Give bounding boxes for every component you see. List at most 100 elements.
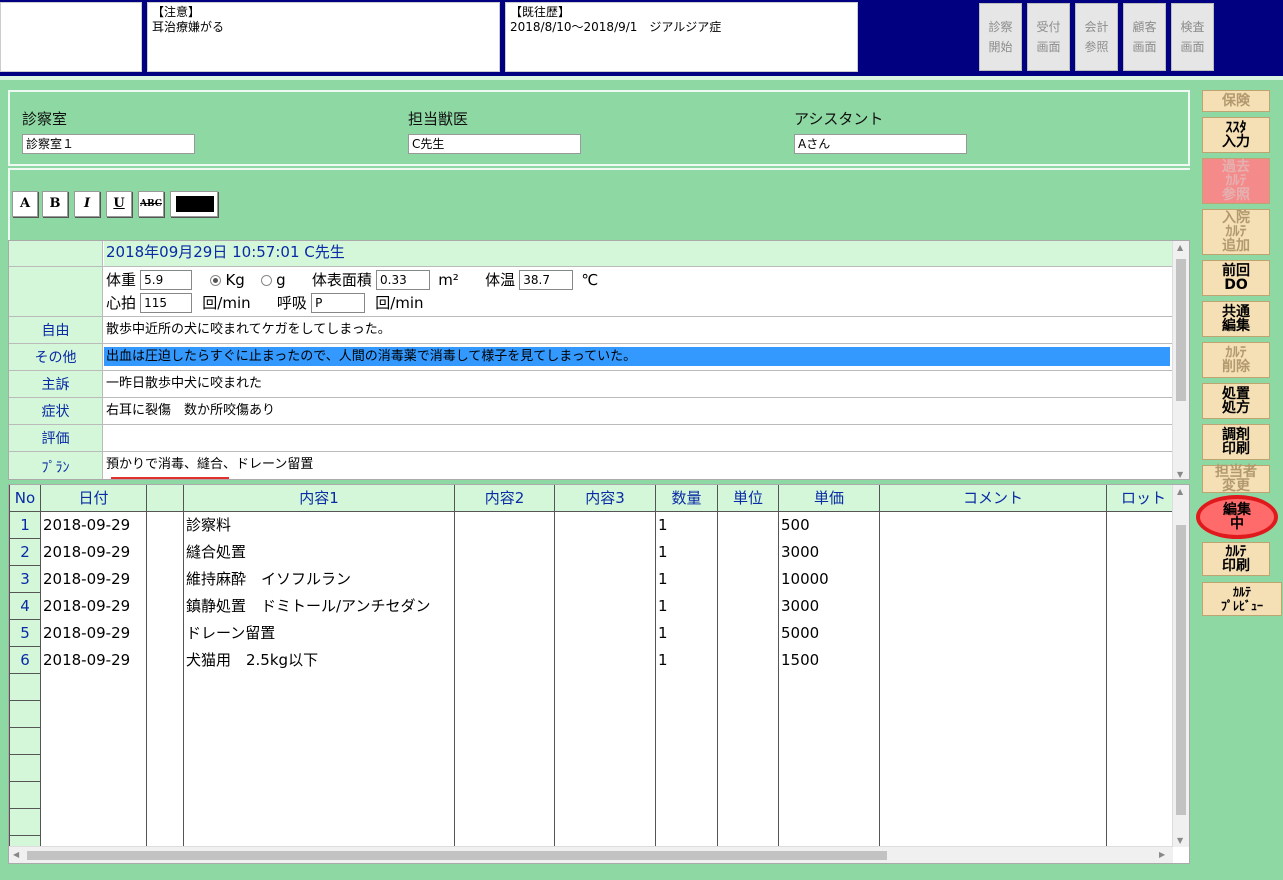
symptom-text[interactable]: 右耳に裂傷 数か所咬傷あり: [104, 398, 1173, 424]
row-content3: [554, 565, 656, 592]
table-row[interactable]: 6 2018-09-29 犬猫用 2.5kg以下 1 1500: [9, 646, 1189, 674]
table-row[interactable]: 1 2018-09-29 診察料 1 500: [9, 511, 1189, 539]
temp-input[interactable]: 38.7: [519, 270, 574, 290]
treatment-prescription-button[interactable]: 処置 処方: [1202, 383, 1270, 419]
pulse-label: 心拍: [106, 293, 137, 312]
row-content3: [554, 646, 656, 673]
unit-g-radio[interactable]: [261, 274, 273, 286]
col-no[interactable]: No: [9, 485, 41, 512]
chart-preview-button[interactable]: ｶﾙﾃ ﾌﾟﾚﾋﾞｭｰ: [1202, 582, 1282, 616]
bold-icon[interactable]: B: [42, 191, 68, 217]
underline-icon[interactable]: U: [106, 191, 132, 217]
print-chart-button[interactable]: ｶﾙﾃ 印刷: [1202, 542, 1270, 576]
billing-scroll-thumb[interactable]: [1176, 525, 1186, 815]
vitals-label: [9, 267, 103, 316]
customer-screen-button[interactable]: 顧客 画面: [1123, 3, 1166, 71]
col-content1[interactable]: 内容1: [183, 485, 455, 512]
insurance-button[interactable]: 保険: [1202, 90, 1270, 112]
row-content1: 鎮静処置 ドミトール/アンチセダン: [183, 592, 455, 619]
col-comment[interactable]: コメント: [879, 485, 1107, 512]
row-no: [9, 781, 41, 809]
empty-row[interactable]: [9, 754, 1189, 782]
empty-row[interactable]: [9, 700, 1189, 728]
free-text[interactable]: 散歩中近所の犬に咬まれてケガをしてしまった。: [104, 317, 1173, 343]
italic-icon[interactable]: I: [74, 191, 100, 217]
staff-input-button[interactable]: ｽｽﾀ 入力: [1202, 117, 1270, 153]
row-comment: [879, 538, 1107, 565]
unit-kg-radio[interactable]: [210, 274, 222, 286]
other-text-field[interactable]: 出血は圧迫したらすぐに止まったので、人間の消毒薬で消毒して様子を見てしまっていた…: [104, 344, 1173, 370]
empty-row[interactable]: [9, 727, 1189, 755]
record-header-row: 2018年09月29日 10:57:01 C先生: [9, 241, 1173, 267]
empty-row[interactable]: [9, 673, 1189, 701]
record-row-symptom: 症状 右耳に裂傷 数か所咬傷あり: [9, 398, 1173, 425]
col-quantity[interactable]: 数量: [655, 485, 718, 512]
row-content2: [454, 511, 555, 538]
scroll-down-icon[interactable]: ▼: [1177, 470, 1183, 479]
empty-row[interactable]: [9, 808, 1189, 836]
pulse-input[interactable]: 115: [140, 292, 193, 313]
text-color-picker[interactable]: [170, 191, 218, 217]
scroll-left-icon[interactable]: ◀: [13, 850, 19, 859]
resp-input[interactable]: P: [311, 292, 366, 313]
row-blank: [146, 619, 184, 646]
bsa-input[interactable]: 0.33: [376, 270, 431, 290]
other-text[interactable]: 出血は圧迫したらすぐに止まったので、人間の消毒薬で消毒して様子を見てしまっていた…: [104, 347, 1170, 366]
common-edit-button[interactable]: 共通 編集: [1202, 301, 1270, 337]
col-blank[interactable]: [146, 485, 184, 512]
row-quantity: 1: [655, 511, 718, 538]
row-date: 2018-09-29: [40, 646, 147, 673]
scroll-up-icon[interactable]: ▲: [1177, 243, 1183, 252]
dispensing-print-button[interactable]: 調剤 印刷: [1202, 424, 1270, 460]
row-date: 2018-09-29: [40, 538, 147, 565]
assistant-input[interactable]: Aさん: [794, 134, 967, 154]
billing-hscrollbar[interactable]: ◀ ▶: [9, 846, 1173, 863]
vet-input[interactable]: C先生: [408, 134, 581, 154]
lab-screen-button[interactable]: 検査 画面: [1171, 3, 1214, 71]
row-no: 1: [9, 511, 41, 539]
row-comment: [879, 592, 1107, 619]
col-date[interactable]: 日付: [40, 485, 147, 512]
reception-screen-button[interactable]: 受付 画面: [1027, 3, 1070, 71]
col-unit-price[interactable]: 単価: [778, 485, 880, 512]
record-scroll-thumb[interactable]: [1176, 259, 1186, 401]
change-staff-button[interactable]: 担当者 変更: [1202, 465, 1270, 493]
scroll-right-icon[interactable]: ▶: [1159, 850, 1165, 859]
past-chart-button[interactable]: 過去 ｶﾙﾃ 参照: [1202, 158, 1270, 204]
scroll-up-icon[interactable]: ▲: [1177, 487, 1183, 496]
plan-text[interactable]: 預かりで消毒、縫合、ドレーン留置: [104, 452, 1173, 479]
editing-button[interactable]: 編集 中: [1196, 495, 1278, 539]
row-content1: 縫合処置: [183, 538, 455, 565]
assessment-text[interactable]: [104, 425, 1173, 451]
table-row[interactable]: 2 2018-09-29 縫合処置 1 3000: [9, 538, 1189, 566]
start-exam-button[interactable]: 診察 開始: [979, 3, 1022, 71]
empty-row[interactable]: [9, 781, 1189, 809]
row-blank: [146, 538, 184, 565]
previous-do-button[interactable]: 前回 DO: [1202, 260, 1270, 296]
billing-scrollbar[interactable]: ▲ ▼: [1172, 485, 1189, 847]
font-icon[interactable]: A: [12, 191, 38, 217]
inpatient-chart-button[interactable]: 入院 ｶﾙﾃ 追加: [1202, 209, 1270, 255]
table-row[interactable]: 5 2018-09-29 ドレーン留置 1 5000: [9, 619, 1189, 647]
weight-input[interactable]: 5.9: [140, 270, 193, 290]
resp-unit: 回/min: [375, 293, 424, 312]
col-content3[interactable]: 内容3: [554, 485, 656, 512]
table-row[interactable]: 4 2018-09-29 鎮静処置 ドミトール/アンチセダン 1 3000: [9, 592, 1189, 620]
record-row-plan: ﾌﾟﾗﾝ 預かりで消毒、縫合、ドレーン留置: [9, 452, 1173, 479]
table-row[interactable]: 3 2018-09-29 維持麻酔 イソフルラン 1 10000: [9, 565, 1189, 593]
billing-hscroll-thumb[interactable]: [27, 851, 887, 860]
complaint-text[interactable]: 一昨日散歩中犬に咬まれた: [104, 371, 1173, 397]
record-scrollbar[interactable]: ▲ ▼: [1172, 241, 1189, 479]
delete-chart-button[interactable]: ｶﾙﾃ 削除: [1202, 342, 1270, 378]
bsa-unit: m²: [438, 271, 459, 289]
row-content2: [454, 619, 555, 646]
row-no: [9, 727, 41, 755]
accounting-view-button[interactable]: 会計 参照: [1075, 3, 1118, 71]
col-unit[interactable]: 単位: [717, 485, 779, 512]
strikethrough-icon[interactable]: ABC: [138, 191, 164, 217]
scroll-down-icon[interactable]: ▼: [1177, 836, 1183, 845]
col-content2[interactable]: 内容2: [454, 485, 555, 512]
row-content2: [454, 538, 555, 565]
history-text: 2018/8/10～2018/9/1 ジアルジア症: [510, 20, 722, 34]
room-input[interactable]: 診察室１: [22, 134, 195, 154]
